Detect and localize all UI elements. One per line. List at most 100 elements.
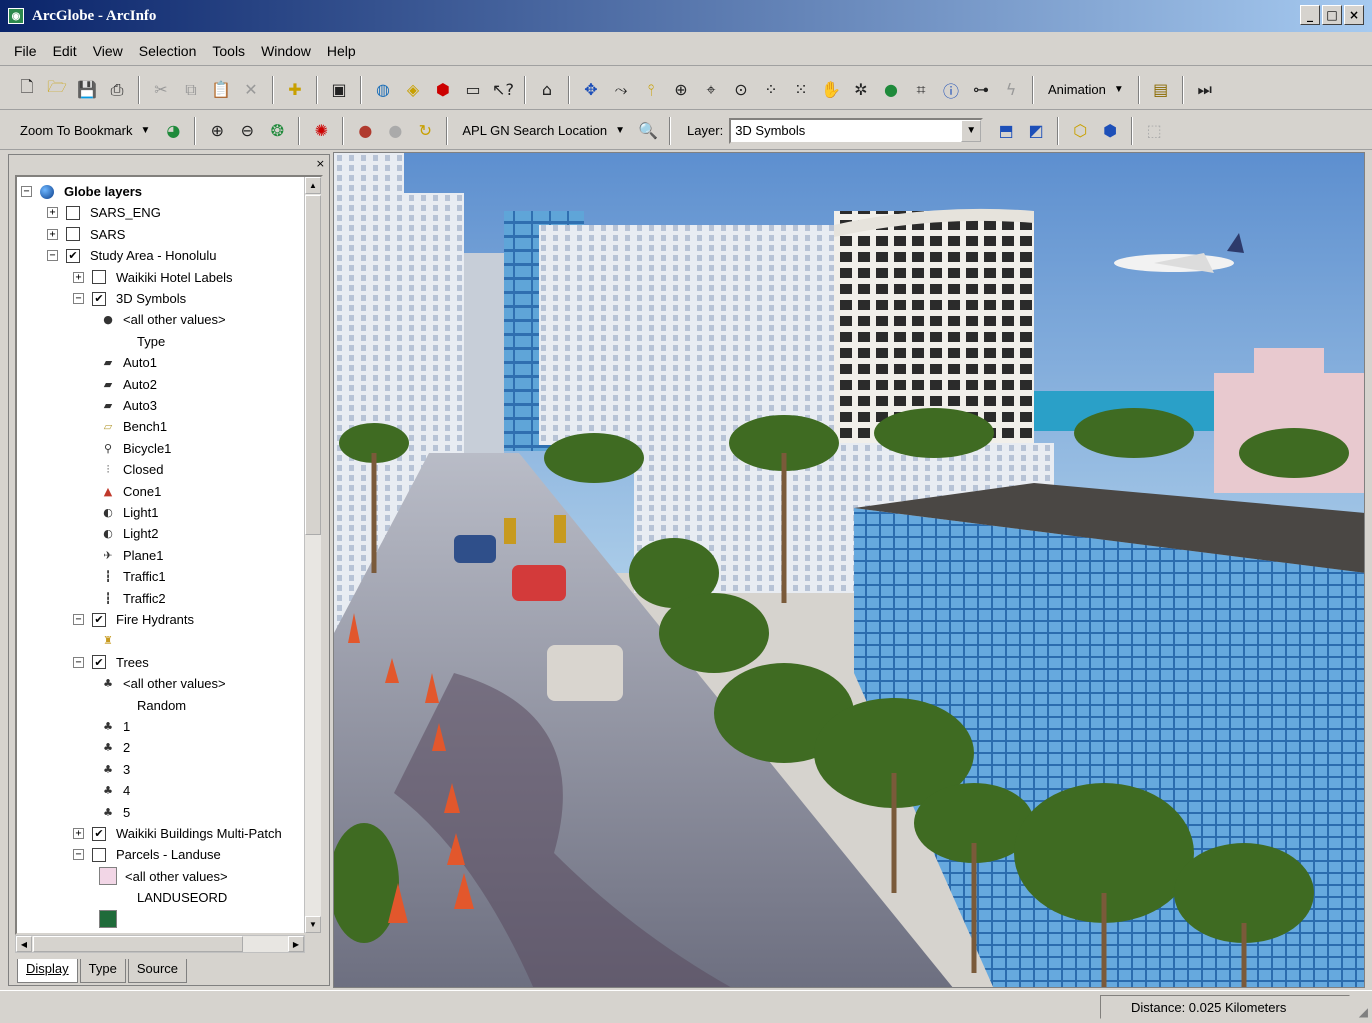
- hyperlink-icon[interactable]: ϟ: [996, 75, 1026, 105]
- effects-icon[interactable]: ⬢: [1095, 116, 1125, 146]
- menu-file[interactable]: File: [14, 43, 37, 59]
- menu-window[interactable]: Window: [261, 43, 311, 59]
- pan-hand-icon[interactable]: ✋: [816, 75, 846, 105]
- center-target-icon[interactable]: ⌖: [696, 75, 726, 105]
- toc-layer-row[interactable]: − ✔ Study Area - Honolulu: [47, 245, 216, 266]
- toc-layer-row[interactable]: − Parcels - Landuse: [73, 844, 221, 865]
- menu-edit[interactable]: Edit: [53, 43, 77, 59]
- symbology-icon[interactable]: ⬡: [1065, 116, 1095, 146]
- measure-icon[interactable]: ⌗: [906, 75, 936, 105]
- collapse-icon[interactable]: −: [73, 656, 84, 668]
- print-icon[interactable]: ⎙: [102, 75, 132, 105]
- zoom-out-fixed-icon[interactable]: ⁙: [786, 75, 816, 105]
- collapse-icon[interactable]: −: [73, 614, 84, 625]
- find-binoculars-icon[interactable]: ⊶: [966, 75, 996, 105]
- toc-root-row[interactable]: − Globe layers: [21, 181, 142, 202]
- globe-refresh-icon[interactable]: ◕: [158, 116, 188, 146]
- expand-icon[interactable]: +: [47, 228, 58, 240]
- menu-selection[interactable]: Selection: [139, 43, 197, 59]
- menu-help[interactable]: Help: [327, 43, 356, 59]
- scroll-thumb[interactable]: [33, 936, 243, 952]
- minimize-button[interactable]: _: [1300, 5, 1320, 25]
- sun-icon[interactable]: ●: [350, 116, 380, 146]
- menu-view[interactable]: View: [93, 43, 123, 59]
- fly-icon[interactable]: ⤳: [606, 75, 636, 105]
- zoom-in-fixed-icon[interactable]: ⁘: [756, 75, 786, 105]
- toc-layer-row[interactable]: − ✔ Trees: [73, 652, 149, 673]
- navigate-icon[interactable]: ✥: [576, 75, 606, 105]
- add-data-icon[interactable]: ✚: [280, 75, 310, 105]
- layers-icon[interactable]: ◈: [398, 75, 428, 105]
- resize-grip-icon[interactable]: ◢: [1359, 1005, 1368, 1019]
- window-icon[interactable]: ▭: [458, 75, 488, 105]
- layer-checkbox[interactable]: [92, 270, 106, 285]
- toc-layer-row[interactable]: − ✔ 3D Symbols: [73, 288, 186, 309]
- full-extent-icon[interactable]: ●: [876, 75, 906, 105]
- tab-type[interactable]: Type: [79, 959, 126, 983]
- expand-icon[interactable]: +: [73, 828, 84, 839]
- animation-controls-icon[interactable]: ⏭: [1190, 75, 1220, 105]
- layer-checkbox[interactable]: [66, 205, 80, 220]
- collapse-icon[interactable]: −: [73, 293, 84, 304]
- horizontal-scrollbar[interactable]: ◀ ▶: [15, 935, 305, 953]
- maximize-button[interactable]: □: [1322, 5, 1342, 25]
- toolbox-icon[interactable]: ⬢: [428, 75, 458, 105]
- scroll-right-icon[interactable]: ▶: [288, 936, 304, 952]
- collapse-icon[interactable]: −: [21, 186, 32, 197]
- expand-icon[interactable]: +: [73, 271, 84, 283]
- select-features-icon[interactable]: ✲: [846, 75, 876, 105]
- globe-3d-view[interactable]: [333, 152, 1365, 988]
- cut-icon[interactable]: ✂: [146, 75, 176, 105]
- close-button[interactable]: ×: [1344, 5, 1364, 25]
- cache-icon[interactable]: ▣: [324, 75, 354, 105]
- whats-this-icon[interactable]: ↖?: [488, 75, 518, 105]
- rotate-icon[interactable]: ↻: [410, 116, 440, 146]
- layer-checkbox[interactable]: ✔: [92, 826, 106, 841]
- layer-edit-icon[interactable]: ◩: [1021, 116, 1051, 146]
- full-globe-icon[interactable]: ❂: [262, 116, 292, 146]
- animation-manager-icon[interactable]: ▤: [1146, 75, 1176, 105]
- zoom-in-out-icon[interactable]: ⊕: [666, 75, 696, 105]
- scroll-down-icon[interactable]: ▼: [305, 916, 321, 933]
- fly-to-icon[interactable]: ✺: [306, 116, 336, 146]
- zoom-in-icon[interactable]: ⊕: [202, 116, 232, 146]
- toc-layer-row[interactable]: + SARS_ENG: [47, 202, 161, 223]
- globe-icon[interactable]: ◍: [368, 75, 398, 105]
- toc-layer-row[interactable]: − ✔ Fire Hydrants: [73, 609, 194, 630]
- copy-icon[interactable]: ⧉: [176, 75, 206, 105]
- toc-layer-row[interactable]: + Waikiki Hotel Labels: [73, 267, 233, 288]
- menu-tools[interactable]: Tools: [212, 43, 245, 59]
- disabled-tool-icon[interactable]: ⬚: [1139, 116, 1169, 146]
- close-icon[interactable]: ×: [316, 157, 325, 170]
- bookmark-icon[interactable]: ⌂: [532, 75, 562, 105]
- search-icon[interactable]: 🔍: [633, 116, 663, 146]
- target-icon[interactable]: ⫯: [636, 75, 666, 105]
- collapse-icon[interactable]: −: [73, 849, 84, 861]
- layer-checkbox[interactable]: ✔: [92, 291, 106, 306]
- toc-layer-row[interactable]: + ✔ Waikiki Buildings Multi-Patch: [73, 823, 282, 844]
- chevron-down-icon[interactable]: ▼: [961, 119, 982, 142]
- tab-source[interactable]: Source: [127, 959, 188, 983]
- scroll-left-icon[interactable]: ◀: [16, 936, 32, 952]
- scroll-up-icon[interactable]: ▲: [305, 177, 321, 194]
- layer-checkbox[interactable]: ✔: [92, 655, 106, 670]
- scroll-thumb[interactable]: [305, 195, 321, 535]
- layer-checkbox[interactable]: ✔: [66, 248, 80, 263]
- animation-dropdown[interactable]: Animation ▼: [1040, 75, 1132, 105]
- layer-checkbox[interactable]: [66, 227, 80, 242]
- vertical-scrollbar[interactable]: ▲ ▼: [304, 177, 321, 933]
- grey-sphere-icon[interactable]: ●: [380, 116, 410, 146]
- zoom-to-target-icon[interactable]: ⊙: [726, 75, 756, 105]
- zoom-to-bookmark-dropdown[interactable]: Zoom To Bookmark ▼: [12, 116, 158, 146]
- zoom-out-icon[interactable]: ⊖: [232, 116, 262, 146]
- search-location-dropdown[interactable]: APL GN Search Location ▼: [454, 116, 633, 146]
- expand-icon[interactable]: +: [47, 207, 58, 219]
- layer-properties-icon[interactable]: ⬒: [991, 116, 1021, 146]
- layer-checkbox[interactable]: ✔: [92, 612, 106, 627]
- layer-select[interactable]: 3D Symbols ▼: [729, 117, 984, 144]
- tab-display[interactable]: Display: [17, 959, 78, 983]
- paste-icon[interactable]: 📋: [206, 75, 236, 105]
- open-folder-icon[interactable]: 🗁: [42, 75, 72, 105]
- delete-icon[interactable]: ✕: [236, 75, 266, 105]
- save-icon[interactable]: 💾: [72, 75, 102, 105]
